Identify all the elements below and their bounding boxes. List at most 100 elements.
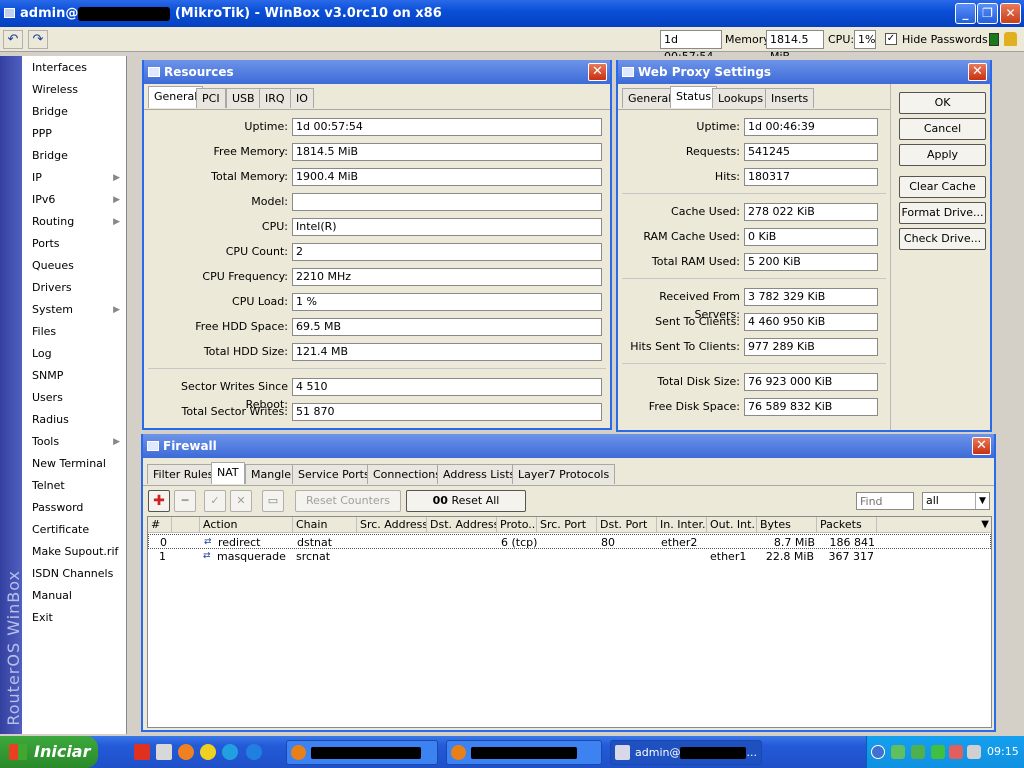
column-header[interactable]: Action [200, 517, 293, 533]
start-button[interactable]: Iniciar [0, 736, 98, 768]
network-icon-2[interactable] [911, 745, 925, 759]
cpu-frequency-field[interactable]: 2210 MHz [292, 268, 602, 286]
resources-titlebar[interactable]: Resources ✕ [144, 60, 610, 84]
sidebar-item-drivers[interactable]: Drivers [32, 280, 122, 296]
skype-icon[interactable] [222, 744, 238, 760]
tab-usb[interactable]: USB [226, 88, 261, 108]
format-drive-button[interactable]: Format Drive... [899, 202, 986, 224]
media-player-icon[interactable] [200, 744, 216, 760]
columns-menu-icon[interactable]: ▼ [981, 517, 989, 533]
web-proxy-close-button[interactable]: ✕ [968, 63, 987, 81]
free-disk-space-field[interactable]: 76 589 832 KiB [744, 398, 878, 416]
tab-pci[interactable]: PCI [196, 88, 226, 108]
hits-sent-to-clients-field[interactable]: 977 289 KiB [744, 338, 878, 356]
column-header[interactable]: Proto... [497, 517, 537, 533]
column-header[interactable]: Src. Address [357, 517, 427, 533]
resources-close-button[interactable]: ✕ [588, 63, 607, 81]
quicklaunch-app-icon[interactable] [134, 744, 150, 760]
close-button[interactable]: ✕ [1000, 3, 1021, 24]
tab-layer7-protocols[interactable]: Layer7 Protocols [512, 464, 616, 484]
sidebar-item-users[interactable]: Users [32, 390, 122, 406]
cancel-button[interactable]: Cancel [899, 118, 986, 140]
column-header[interactable]: Out. Int... [707, 517, 757, 533]
enable-icon[interactable]: ✓ [204, 490, 226, 512]
sidebar-item-radius[interactable]: Radius [32, 412, 122, 428]
total-hdd-field[interactable]: 121.4 MB [292, 343, 602, 361]
sidebar-item-exit[interactable]: Exit [32, 610, 122, 626]
sidebar-item-interfaces[interactable]: Interfaces [32, 60, 122, 76]
ram-cache-used-field[interactable]: 0 KiB [744, 228, 878, 246]
sidebar-item-certificate[interactable]: Certificate [32, 522, 122, 538]
tab-connections[interactable]: Connections [367, 464, 447, 484]
filter-select[interactable]: all ▼ [922, 492, 990, 510]
column-header[interactable]: Packets [817, 517, 877, 533]
model-field[interactable] [292, 193, 602, 211]
column-header[interactable]: In. Inter... [657, 517, 707, 533]
sidebar-item-files[interactable]: Files [32, 324, 122, 340]
column-header[interactable]: Src. Port [537, 517, 597, 533]
reset-counters-button[interactable]: Reset Counters [295, 490, 401, 512]
sidebar-item-bridge-2[interactable]: Bridge [32, 148, 122, 164]
web-proxy-titlebar[interactable]: Web Proxy Settings ✕ [618, 60, 990, 84]
remove-icon[interactable]: ━ [174, 490, 196, 512]
check-drive-button[interactable]: Check Drive... [899, 228, 986, 250]
total-memory-field[interactable]: 1900.4 MiB [292, 168, 602, 186]
apply-button[interactable]: Apply [899, 144, 986, 166]
sidebar-item-snmp[interactable]: SNMP [32, 368, 122, 384]
tab-irq[interactable]: IRQ [259, 88, 291, 108]
taskbar-task-firefox-1[interactable] [286, 740, 438, 765]
tab-filter-rules[interactable]: Filter Rules [147, 464, 220, 484]
sidebar-item-wireless[interactable]: Wireless [32, 82, 122, 98]
sidebar-item-isdn-channels[interactable]: ISDN Channels [32, 566, 122, 582]
maximize-button[interactable]: ❐ [977, 3, 998, 24]
uptime-field[interactable]: 1d 00:57:54 [292, 118, 602, 136]
table-row[interactable]: 0 ⇄ redirect dstnat 6 (tcp) 80 ether2 8.… [148, 534, 991, 549]
ok-button[interactable]: OK [899, 92, 986, 114]
clear-cache-button[interactable]: Clear Cache [899, 176, 986, 198]
internet-explorer-icon[interactable] [246, 744, 262, 760]
sidebar-item-ppp[interactable]: PPP [32, 126, 122, 142]
sidebar-item-log[interactable]: Log [32, 346, 122, 362]
column-header[interactable] [172, 517, 200, 533]
network-icon[interactable] [891, 745, 905, 759]
cpu-field[interactable]: Intel(R) [292, 218, 602, 236]
column-header[interactable]: Chain [293, 517, 357, 533]
taskbar-task-firefox-2[interactable] [446, 740, 602, 765]
tab-address-lists[interactable]: Address Lists [437, 464, 522, 484]
free-hdd-field[interactable]: 69.5 MB [292, 318, 602, 336]
proxy-uptime-field[interactable]: 1d 00:46:39 [744, 118, 878, 136]
tray-expand-icon[interactable] [871, 745, 885, 759]
taskbar-task-winbox[interactable]: admin@... [610, 740, 762, 765]
firefox-icon[interactable] [178, 744, 194, 760]
tab-inserts[interactable]: Inserts [765, 88, 815, 108]
sidebar-item-ipv6[interactable]: IPv6 ▶ [32, 192, 122, 208]
cpu-load-field[interactable]: 1 % [292, 293, 602, 311]
sync-icon[interactable] [931, 745, 945, 759]
sidebar-item-new-terminal[interactable]: New Terminal [32, 456, 122, 472]
sidebar-item-make-supout[interactable]: Make Supout.rif [32, 544, 122, 560]
total-disk-size-field[interactable]: 76 923 000 KiB [744, 373, 878, 391]
quicklaunch-doc-icon[interactable] [156, 744, 172, 760]
column-header[interactable]: Bytes [757, 517, 817, 533]
sidebar-item-password[interactable]: Password [32, 500, 122, 516]
firewall-close-button[interactable]: ✕ [972, 437, 991, 455]
sidebar-item-bridge[interactable]: Bridge [32, 104, 122, 120]
tab-status[interactable]: Status [670, 86, 718, 108]
tab-lookups[interactable]: Lookups [712, 88, 770, 108]
total-sector-writes-field[interactable]: 51 870 [292, 403, 602, 421]
sent-to-clients-field[interactable]: 4 460 950 KiB [744, 313, 878, 331]
received-from-servers-field[interactable]: 3 782 329 KiB [744, 288, 878, 306]
find-input[interactable] [856, 492, 914, 510]
firewall-titlebar[interactable]: Firewall ✕ [143, 434, 994, 458]
column-header[interactable]: # [148, 517, 172, 533]
tab-io[interactable]: IO [290, 88, 314, 108]
sidebar-item-system[interactable]: System ▶ [32, 302, 122, 318]
cache-used-field[interactable]: 278 022 KiB [744, 203, 878, 221]
sidebar-item-telnet[interactable]: Telnet [32, 478, 122, 494]
tab-mangle[interactable]: Mangle [245, 464, 298, 484]
requests-field[interactable]: 541245 [744, 143, 878, 161]
sidebar-item-ip[interactable]: IP ▶ [32, 170, 122, 186]
redo-icon[interactable]: ↷ [28, 30, 48, 49]
sidebar-item-ports[interactable]: Ports [32, 236, 122, 252]
disable-icon[interactable]: ✕ [230, 490, 252, 512]
